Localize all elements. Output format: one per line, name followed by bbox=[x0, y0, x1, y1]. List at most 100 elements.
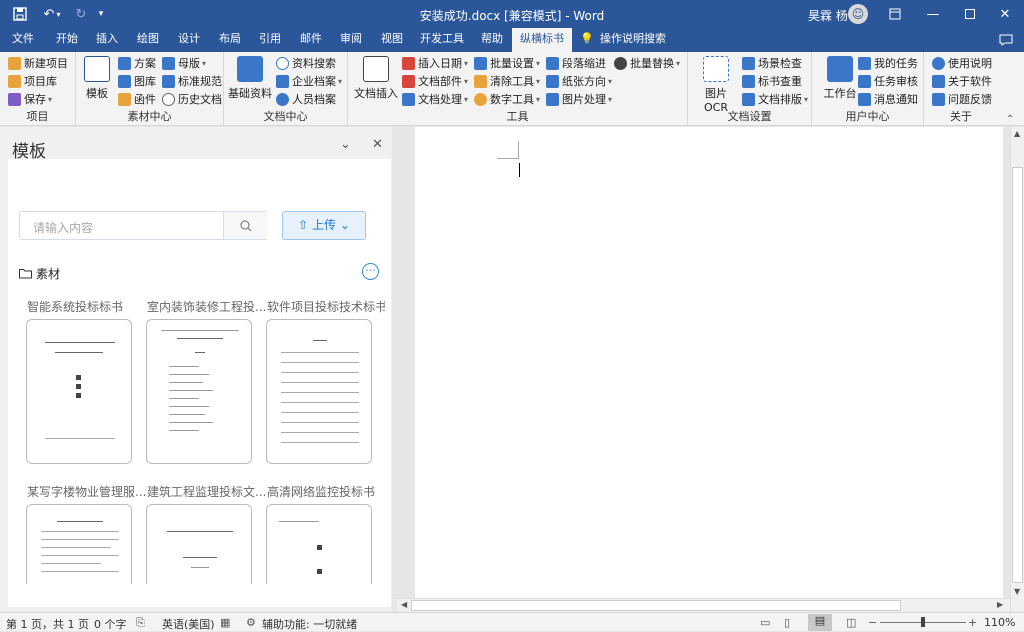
vertical-scrollbar[interactable]: ▲ ▼ bbox=[1010, 127, 1024, 612]
scroll-down-icon[interactable]: ▼ bbox=[1014, 587, 1020, 596]
insert-date-button[interactable]: 插入日期 ▾ bbox=[402, 55, 468, 71]
tab-review[interactable]: 审阅 bbox=[334, 28, 368, 52]
read-mode-icon[interactable]: ▯ bbox=[784, 616, 790, 629]
macro-icon[interactable]: ▦ bbox=[220, 616, 230, 629]
template-button[interactable]: 模板 bbox=[80, 56, 114, 101]
tab-zongheng[interactable]: 纵横标书 bbox=[512, 28, 572, 52]
number-tools-button[interactable]: 数字工具 ▾ bbox=[474, 91, 540, 107]
history-docs-button[interactable]: 历史文档 bbox=[162, 91, 222, 107]
image-processing-button[interactable]: 图片处理 ▾ bbox=[546, 91, 612, 107]
company-archive-button[interactable]: 企业档案 ▾ bbox=[276, 73, 342, 89]
scroll-up-icon[interactable]: ▲ bbox=[1014, 129, 1020, 138]
scroll-right-icon[interactable]: ▶ bbox=[997, 600, 1003, 609]
about-software-button[interactable]: 关于软件 bbox=[932, 73, 992, 89]
batch-replace-button[interactable]: 批量替换 ▾ bbox=[614, 55, 680, 71]
zoom-out-icon[interactable]: − bbox=[868, 616, 877, 629]
proofing-icon[interactable]: ⎘ bbox=[136, 616, 145, 630]
my-tasks-button[interactable]: 我的任务 bbox=[858, 55, 918, 71]
scene-check-button[interactable]: 场景检查 bbox=[742, 55, 802, 71]
template-thumbnail[interactable] bbox=[26, 319, 132, 464]
tab-file[interactable]: 文件 bbox=[6, 28, 40, 52]
accessibility-status[interactable]: 辅助功能: 一切就绪 bbox=[262, 616, 357, 632]
basic-info-button[interactable]: 基础资料 bbox=[228, 56, 272, 101]
accessibility-icon[interactable]: ⚙ bbox=[246, 616, 256, 629]
paper-orientation-button[interactable]: 纸张方向 ▾ bbox=[546, 73, 612, 89]
user-guide-button[interactable]: 使用说明 bbox=[932, 55, 992, 71]
master-button[interactable]: 母版 ▾ bbox=[162, 55, 206, 71]
template-title[interactable]: 软件项目投标技术标书 bbox=[267, 298, 385, 315]
save-icon[interactable] bbox=[10, 4, 30, 24]
tab-home[interactable]: 开始 bbox=[50, 28, 84, 52]
horizontal-scrollbar[interactable]: ◀ ▶ bbox=[397, 598, 1010, 612]
page-count[interactable]: 第 1 页，共 1 页 bbox=[6, 616, 89, 632]
tab-help[interactable]: 帮助 bbox=[475, 28, 509, 52]
search-input[interactable]: 请输入内容 bbox=[33, 219, 93, 236]
folder-material[interactable]: 素材 bbox=[19, 265, 60, 282]
template-thumbnail[interactable] bbox=[146, 319, 252, 464]
template-thumbnail[interactable] bbox=[266, 319, 372, 464]
notifications-button[interactable]: 消息通知 bbox=[858, 91, 918, 107]
new-project-button[interactable]: 新建项目 bbox=[8, 55, 68, 71]
letters-button[interactable]: 函件 bbox=[118, 91, 156, 107]
minimize-icon[interactable]: — bbox=[918, 4, 948, 24]
tab-design[interactable]: 设计 bbox=[172, 28, 206, 52]
save-project-button[interactable]: 保存 ▾ bbox=[8, 91, 52, 107]
doc-parts-button[interactable]: 文档部件 ▾ bbox=[402, 73, 468, 89]
zoom-level[interactable]: 110% bbox=[984, 616, 1015, 629]
tab-developer[interactable]: 开发工具 bbox=[416, 28, 468, 52]
zoom-in-icon[interactable]: + bbox=[968, 616, 977, 629]
project-library-button[interactable]: 项目库 bbox=[8, 73, 57, 89]
batch-settings-button[interactable]: 批量设置 ▾ bbox=[474, 55, 540, 71]
task-review-button[interactable]: 任务审核 bbox=[858, 73, 918, 89]
scroll-thumb[interactable] bbox=[411, 600, 901, 611]
template-title[interactable]: 某写字楼物业管理服... bbox=[27, 483, 145, 500]
word-count[interactable]: 0 个字 bbox=[94, 616, 127, 632]
template-thumbnail[interactable] bbox=[26, 504, 132, 584]
tab-insert[interactable]: 插入 bbox=[90, 28, 124, 52]
template-thumbnail[interactable] bbox=[146, 504, 252, 584]
close-icon[interactable]: ✕ bbox=[372, 137, 383, 152]
doc-layout-button[interactable]: 文档排版 ▾ bbox=[742, 91, 808, 107]
chevron-down-icon[interactable]: ⌄ bbox=[340, 137, 351, 152]
doc-processing-button[interactable]: 文档处理 ▾ bbox=[402, 91, 468, 107]
print-layout-icon[interactable]: ▤ bbox=[808, 614, 832, 631]
template-title[interactable]: 智能系统投标标书 bbox=[27, 298, 145, 315]
search-icon[interactable] bbox=[223, 212, 268, 239]
zoom-slider-thumb[interactable] bbox=[921, 617, 925, 627]
paragraph-indent-button[interactable]: 段落缩进 bbox=[546, 55, 606, 71]
staff-archive-button[interactable]: 人员档案 bbox=[276, 91, 336, 107]
customize-qat-icon[interactable]: ▾ bbox=[94, 4, 108, 24]
user-name[interactable]: 昊霖 杨 bbox=[808, 7, 848, 24]
tab-draw[interactable]: 绘图 bbox=[131, 28, 165, 52]
workbench-button[interactable]: 工作台 bbox=[820, 56, 860, 101]
collapse-ribbon-icon[interactable]: ⌃ bbox=[1006, 114, 1014, 125]
scroll-left-icon[interactable]: ◀ bbox=[401, 600, 407, 609]
scroll-thumb[interactable] bbox=[1012, 167, 1023, 583]
maximize-icon[interactable] bbox=[955, 4, 985, 24]
tab-layout[interactable]: 布局 bbox=[213, 28, 247, 52]
tab-mailings[interactable]: 邮件 bbox=[294, 28, 328, 52]
plan-button[interactable]: 方案 bbox=[118, 55, 156, 71]
tab-references[interactable]: 引用 bbox=[253, 28, 287, 52]
focus-icon[interactable]: ▭ bbox=[760, 616, 770, 629]
web-layout-icon[interactable]: ◫ bbox=[846, 616, 856, 629]
upload-button[interactable]: ⇧ 上传 ⌄ bbox=[282, 211, 366, 240]
standards-button[interactable]: 标准规范 bbox=[162, 73, 222, 89]
ribbon-display-icon[interactable] bbox=[885, 4, 905, 24]
redo-icon[interactable]: ↻ bbox=[72, 4, 90, 24]
template-search[interactable]: 请输入内容 bbox=[19, 211, 268, 240]
image-ocr-button[interactable]: 图片OCR bbox=[694, 56, 738, 114]
doc-insert-button[interactable]: 文档插入 bbox=[354, 56, 398, 101]
comments-icon[interactable] bbox=[996, 28, 1016, 52]
clear-tools-button[interactable]: 清除工具 ▾ bbox=[474, 73, 540, 89]
template-title[interactable]: 室内装饰装修工程投... bbox=[147, 298, 265, 315]
tab-view[interactable]: 视图 bbox=[375, 28, 409, 52]
language[interactable]: 英语(美国) bbox=[162, 616, 215, 632]
gallery-button[interactable]: 图库 bbox=[118, 73, 156, 89]
undo-icon[interactable]: ↶ ▾ bbox=[38, 4, 66, 24]
template-title[interactable]: 建筑工程监理投标文... bbox=[147, 483, 265, 500]
template-title[interactable]: 高清网络监控投标书 bbox=[267, 483, 385, 500]
document-page[interactable] bbox=[415, 127, 1003, 599]
feedback-button[interactable]: 问题反馈 bbox=[932, 91, 992, 107]
more-options-icon[interactable]: ··· bbox=[362, 263, 379, 280]
